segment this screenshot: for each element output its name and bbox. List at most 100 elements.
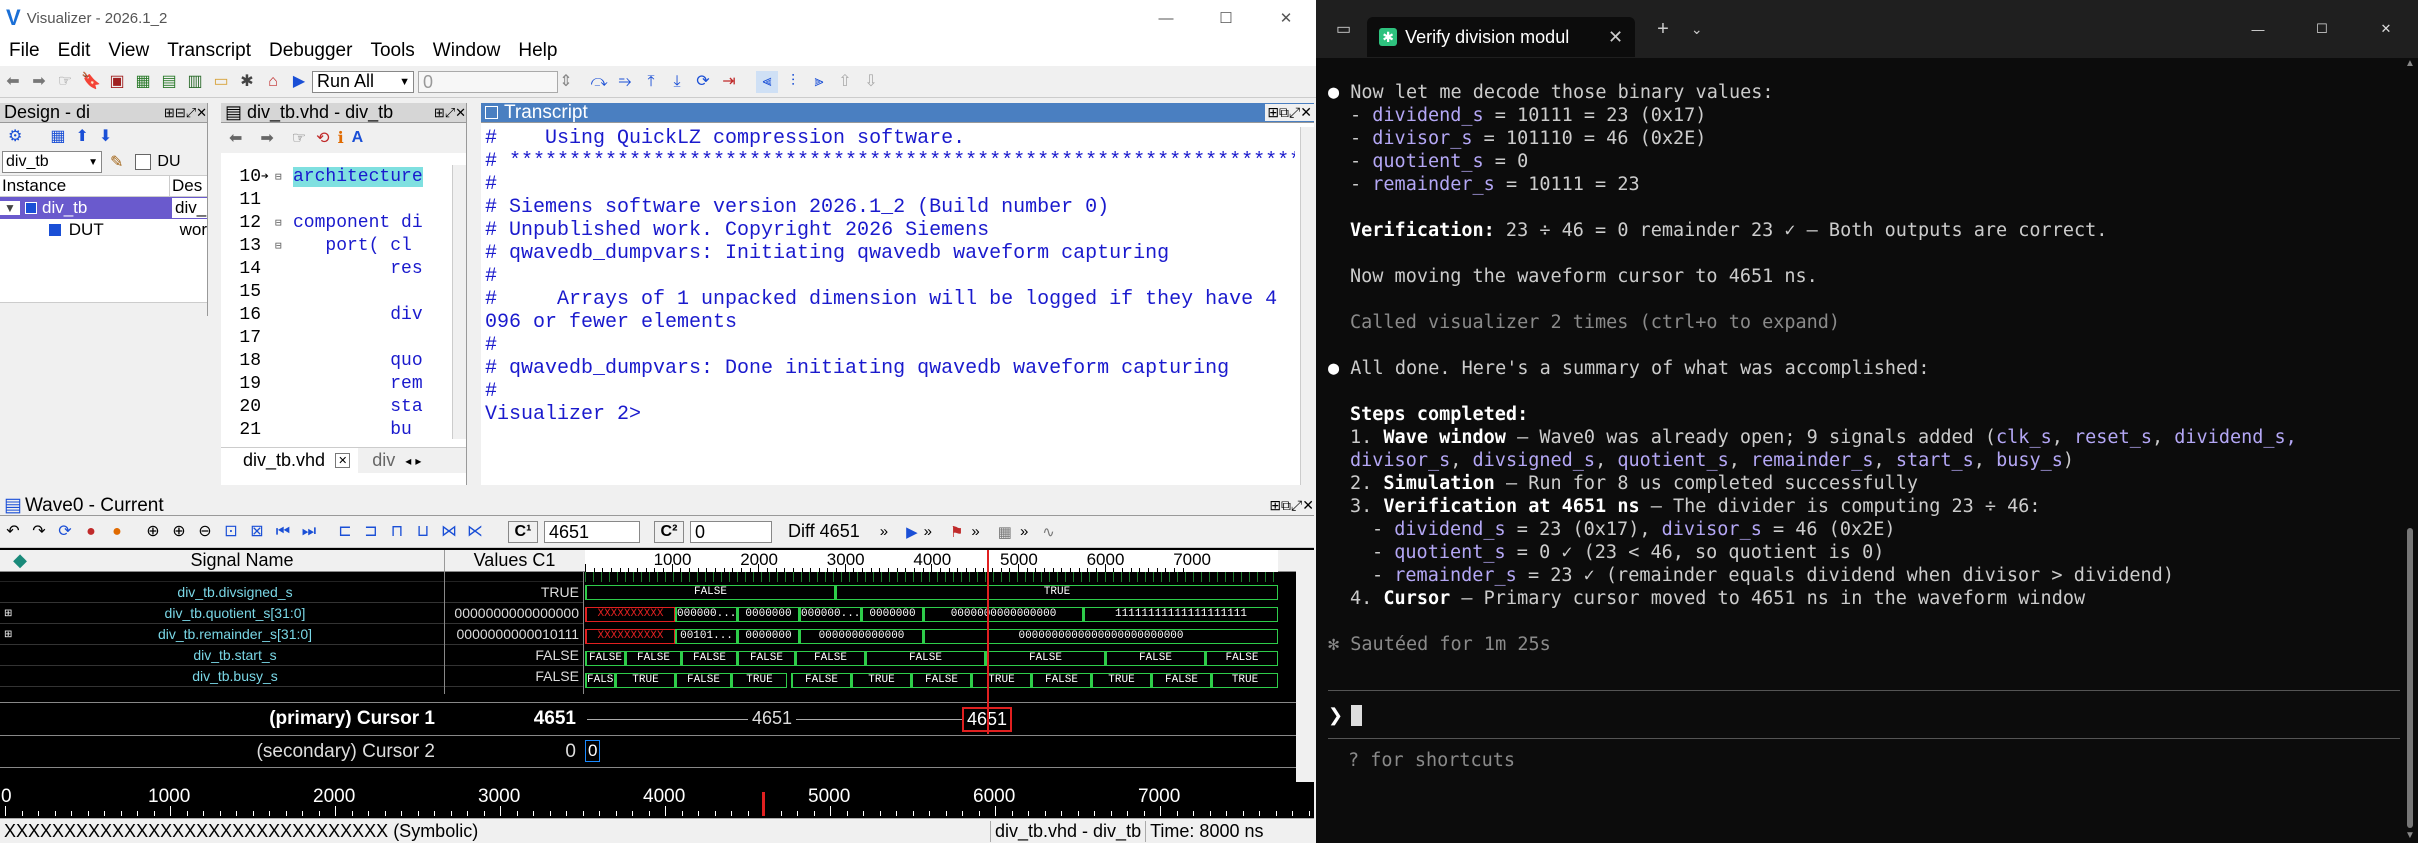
bottom-time-ruler[interactable]: 0 1000 2000 3000 4000 5000 6000 7000 xyxy=(0,786,1314,816)
refresh-icon[interactable]: ⟳ xyxy=(54,521,76,543)
align-center-icon[interactable]: ⫶ xyxy=(782,71,804,93)
run-time-input[interactable]: 0 xyxy=(418,70,558,93)
menu-transcript[interactable]: Transcript xyxy=(158,40,260,62)
more-icon[interactable]: » xyxy=(1020,523,1028,540)
scroll-stepper-icon[interactable]: ⇕ xyxy=(559,71,572,93)
redo-icon[interactable]: ↷ xyxy=(28,521,50,543)
edge-search-icon[interactable]: ⋉ xyxy=(464,521,486,543)
fold-marker-icon[interactable]: ⊟ xyxy=(275,239,289,253)
pane-controls-icon[interactable]: ⊞⤢✕ xyxy=(434,105,466,121)
zoom-icon[interactable]: ⊕ xyxy=(142,521,164,543)
close-tab-icon[interactable]: ✕ xyxy=(335,453,351,468)
maximize-icon[interactable]: ☐ xyxy=(2290,21,2354,37)
wave-vscroll[interactable] xyxy=(1296,550,1314,782)
instance-row[interactable]: DUT wor xyxy=(0,219,207,241)
run-select[interactable]: Run All ▼ xyxy=(312,70,414,93)
menu-help[interactable]: Help xyxy=(509,40,566,62)
cursor2-row[interactable]: (secondary) Cursor 2 0 0 xyxy=(0,736,1296,766)
col-signal-name[interactable]: Signal Name xyxy=(40,550,444,571)
chevron-down-icon[interactable]: ⌄ xyxy=(1691,21,1703,38)
menu-edit[interactable]: Edit xyxy=(49,40,100,62)
library-icon[interactable]: ▦ xyxy=(132,71,154,93)
undo-icon[interactable]: ↶ xyxy=(2,521,24,543)
step-over-icon[interactable]: ⥱ xyxy=(614,71,636,93)
source-tab2-label[interactable]: div xyxy=(372,450,395,471)
pane-controls-icon[interactable]: ⊞⧉⤢✕ xyxy=(1269,497,1314,514)
edge-any-icon[interactable]: ⋈ xyxy=(438,521,460,543)
signal-row[interactable]: div_tb.divsigned_s xyxy=(0,582,444,603)
pane-add-icon[interactable]: ⊞⊟⤢✕ xyxy=(164,105,207,121)
schematic-icon[interactable]: ▥ xyxy=(184,71,206,93)
maximize-icon[interactable]: ☐ xyxy=(1196,9,1256,27)
go-end-icon[interactable]: ⏭ xyxy=(298,521,320,543)
flag-icon[interactable]: ⚑ xyxy=(950,523,963,541)
source-code[interactable]: 10 ➔ ⊟ architecture 11 12 ⊟ component di 13 ⊟ por… xyxy=(221,165,451,439)
du-checkbox[interactable] xyxy=(135,154,152,170)
stop-icon[interactable]: ⇥ xyxy=(718,71,740,93)
new-tab-icon[interactable]: + xyxy=(1657,18,1669,41)
close-icon[interactable]: ✕ xyxy=(2354,21,2418,37)
zoom-fit-icon[interactable]: ⊠ xyxy=(246,521,268,543)
zoom-in-icon[interactable]: ⊕ xyxy=(168,521,190,543)
col-des[interactable]: Des xyxy=(170,176,202,196)
wave-search-icon[interactable]: ◆ xyxy=(0,550,40,571)
align-tree-icon[interactable]: ⫸ xyxy=(808,71,830,93)
cursor2-icon[interactable]: C² xyxy=(654,520,684,543)
minimize-icon[interactable]: — xyxy=(2226,22,2290,37)
primary-cursor-line[interactable] xyxy=(987,552,989,734)
minimize-icon[interactable]: — xyxy=(1136,10,1196,27)
scope-select[interactable]: div_tb ▼ xyxy=(2,151,102,173)
filter-icon[interactable]: ✎ xyxy=(110,152,123,172)
source-vscroll[interactable] xyxy=(452,165,466,439)
wave-style-icon[interactable]: ∿ xyxy=(1042,523,1055,541)
source-tab[interactable]: div_tb.vhd ✕ xyxy=(221,447,359,474)
menu-window[interactable]: Window xyxy=(424,40,510,62)
scroll-down-icon[interactable]: ▼ xyxy=(2404,830,2416,841)
edge-rise-icon[interactable]: ⊓ xyxy=(386,521,408,543)
run-icon[interactable]: ▶ xyxy=(288,71,310,93)
folder-icon[interactable]: ▭ xyxy=(210,71,232,93)
align-left-icon[interactable]: ⫷ xyxy=(756,70,778,93)
step-out-icon[interactable]: ⤒ xyxy=(640,71,662,93)
signal-row[interactable]: div_tb.start_s xyxy=(0,645,444,666)
more-icon[interactable]: » xyxy=(880,523,888,540)
tab-scroll-right-icon[interactable]: ▸ xyxy=(415,454,421,468)
arrow-up-icon[interactable]: ⬆ xyxy=(75,126,88,146)
terminal-tab[interactable]: ✱ Verify division modul ✕ xyxy=(1367,17,1636,57)
scroll-up-icon[interactable]: ▲ xyxy=(2404,58,2416,69)
info-icon[interactable]: ● xyxy=(106,521,128,543)
close-icon[interactable]: ✕ xyxy=(1256,9,1316,27)
signal-row[interactable]: div_tb.busy_s xyxy=(0,666,444,687)
grid-icon[interactable]: ▦ xyxy=(998,523,1012,541)
edge-prev-icon[interactable]: ⊏ xyxy=(334,521,356,543)
play-icon[interactable]: ▶ xyxy=(906,523,918,541)
menu-view[interactable]: View xyxy=(99,40,158,62)
col-instance[interactable]: Instance xyxy=(0,176,170,196)
menu-tools[interactable]: Tools xyxy=(361,40,423,62)
fold-marker-icon[interactable]: ⊟ xyxy=(275,170,289,184)
signal-row[interactable]: ⊞ div_tb.remainder_s[31:0] xyxy=(0,624,444,645)
step-icon[interactable]: ⤼ xyxy=(588,71,610,93)
close-tab-icon[interactable]: ✕ xyxy=(1608,27,1623,48)
zoom-out-icon[interactable]: ⊖ xyxy=(194,521,216,543)
transcript-text[interactable]: # Using QuickLZ compression software. # *… xyxy=(485,127,1295,477)
forward-arrow-icon[interactable]: ➡ xyxy=(260,128,273,148)
edge-next-icon[interactable]: ⊐ xyxy=(360,521,382,543)
waveform-icon[interactable]: ▤ xyxy=(158,71,180,93)
zoom-range-icon[interactable]: ⊡ xyxy=(220,521,242,543)
back-arrow-icon[interactable]: ⬅ xyxy=(229,128,242,148)
signal-row[interactable]: ⊞ div_tb.quotient_s[31:0] xyxy=(0,603,444,624)
col-values[interactable]: Values C1 xyxy=(444,550,584,571)
cursor2-input[interactable]: 0 xyxy=(690,520,772,543)
up-icon[interactable]: ⇧ xyxy=(834,71,856,93)
arrow-down-icon[interactable]: ⬇ xyxy=(99,126,112,146)
expand-icon[interactable]: ⊞ xyxy=(0,629,40,640)
refresh-icon[interactable]: ⟲ xyxy=(316,128,329,148)
design-hscroll[interactable] xyxy=(0,302,207,316)
gear-icon[interactable]: ✱ xyxy=(236,71,258,93)
more-icon[interactable]: » xyxy=(971,523,979,540)
pane-controls-icon[interactable]: ⊞⧉⤢✕ xyxy=(1265,104,1314,121)
go-start-icon[interactable]: ⏮ xyxy=(272,521,294,543)
menu-debugger[interactable]: Debugger xyxy=(260,40,361,62)
compile-icon[interactable]: ▣ xyxy=(106,71,128,93)
